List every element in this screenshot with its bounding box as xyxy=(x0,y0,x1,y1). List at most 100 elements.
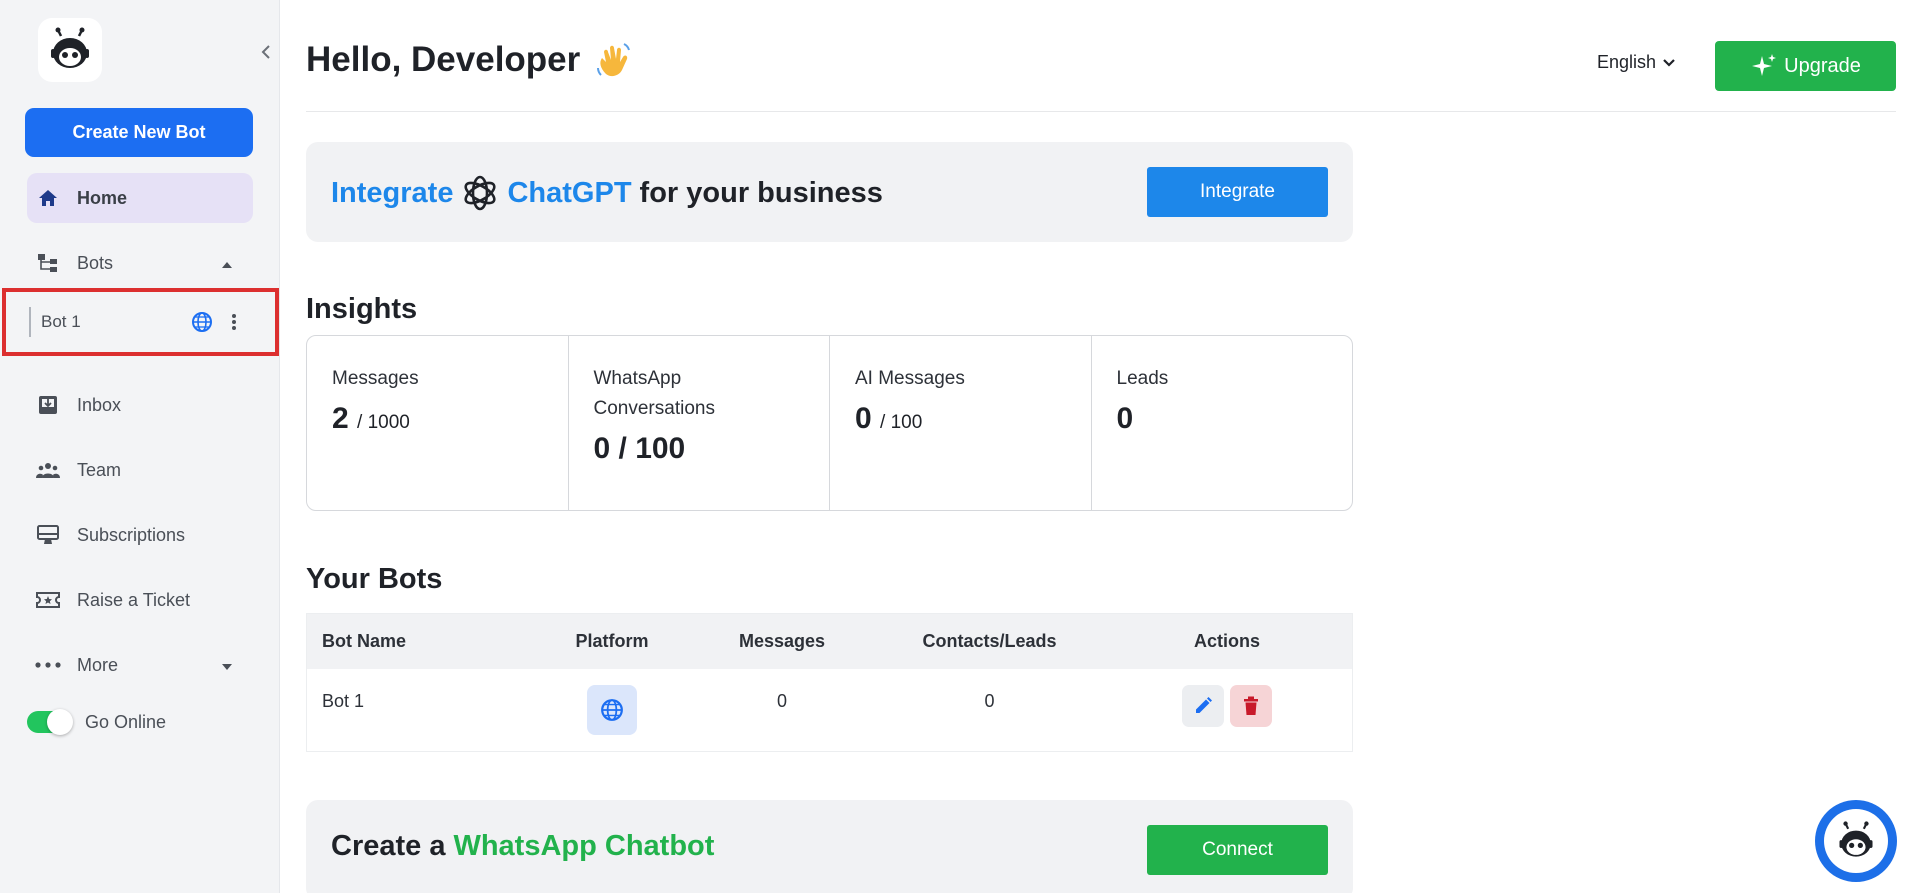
kebab-menu-icon[interactable] xyxy=(231,313,237,331)
insight-count: 0 / 100 xyxy=(593,432,686,465)
contacts-cell: 0 xyxy=(984,691,995,711)
heading-word-chatgpt: ChatGPT xyxy=(507,176,632,209)
heading-rest: for your business xyxy=(639,176,883,209)
sidebar-item-bots[interactable]: Bots xyxy=(27,238,253,288)
openai-logo-icon xyxy=(459,172,501,214)
column-header: Messages xyxy=(738,631,826,651)
go-online-label: Go Online xyxy=(85,711,167,732)
upgrade-label: Upgrade xyxy=(1784,54,1861,77)
insight-value: 2 / 1000 xyxy=(332,402,543,436)
waving-hand-icon xyxy=(594,40,634,80)
insight-limit: / 1000 xyxy=(357,412,410,433)
integrate-button[interactable]: Integrate xyxy=(1147,167,1328,217)
sidebar-bot-name: Bot 1 xyxy=(41,312,81,331)
messages-cell: 0 xyxy=(776,691,787,711)
upgrade-button[interactable]: Upgrade xyxy=(1715,41,1896,91)
edit-bot-button[interactable] xyxy=(1182,685,1224,727)
chevron-down-icon xyxy=(1663,58,1675,67)
insight-value: 0 / 100 xyxy=(594,432,805,466)
integrate-chatgpt-banner: Integrate ChatGPT for your business Inte… xyxy=(306,142,1353,242)
sidebar-item-raise-ticket[interactable]: Raise a Ticket xyxy=(27,575,253,625)
toggle-knob xyxy=(47,709,73,735)
column-header: Bot Name xyxy=(322,631,407,651)
column-header: Contacts/Leads xyxy=(922,631,1057,651)
insight-value: 0 xyxy=(1117,402,1328,436)
sidebar-item-inbox[interactable]: Inbox xyxy=(27,380,253,430)
bots-table: Bot Name Platform Messages Contacts/Lead… xyxy=(306,613,1353,752)
insight-card-whatsapp: WhatsApp Conversations 0 / 100 xyxy=(569,336,830,510)
globe-icon xyxy=(601,699,623,721)
web-platform-badge[interactable] xyxy=(587,685,637,735)
collapse-sidebar-button[interactable] xyxy=(256,40,276,64)
insight-count: 2 xyxy=(332,402,349,435)
team-icon xyxy=(35,457,61,483)
sparkle-icon xyxy=(1752,54,1777,76)
insight-label: WhatsApp Conversations xyxy=(593,368,715,419)
app-logo[interactable] xyxy=(38,18,102,82)
caret-up-icon xyxy=(221,253,233,274)
subscriptions-icon xyxy=(35,522,61,548)
language-value: English xyxy=(1597,52,1657,72)
whatsapp-chatbot-banner: Create a WhatsApp Chatbot Connect xyxy=(306,800,1353,893)
ticket-icon xyxy=(35,587,61,613)
insight-card-messages: Messages 2 / 1000 xyxy=(307,336,569,510)
sidebar-item-label: More xyxy=(77,654,119,675)
insight-label: AI Messages xyxy=(855,368,965,389)
caret-down-icon xyxy=(221,655,233,676)
sidebar-item-team[interactable]: Team xyxy=(27,445,253,495)
insight-limit: / 100 xyxy=(880,412,923,433)
bot-mascot-icon xyxy=(51,27,89,68)
sidebar-item-label: Inbox xyxy=(77,394,122,415)
pencil-icon xyxy=(1196,697,1212,713)
bot-mascot-icon xyxy=(1839,821,1873,857)
greeting-text: Hello, Developer xyxy=(306,40,581,79)
insight-value: 0 / 100 xyxy=(855,402,1066,436)
heading-word-integrate: Integrate xyxy=(331,176,454,209)
your-bots-title: Your Bots xyxy=(306,563,443,595)
tree-line xyxy=(29,307,31,337)
header-divider xyxy=(306,111,1896,112)
insight-card-ai-messages: AI Messages 0 / 100 xyxy=(830,336,1092,510)
create-new-bot-button[interactable]: Create New Bot xyxy=(25,108,253,157)
platform-cell xyxy=(537,669,687,735)
insight-count: 0 xyxy=(1116,402,1134,435)
insights-panel: Messages 2 / 1000 WhatsApp Conversations… xyxy=(306,335,1353,511)
connect-button[interactable]: Connect xyxy=(1147,825,1328,875)
delete-bot-button[interactable] xyxy=(1230,685,1272,727)
table-row: Bot 1 0 0 xyxy=(307,669,1352,751)
sidebar-item-home[interactable]: Home xyxy=(27,173,253,223)
sidebar-bot-item[interactable]: Bot 1 xyxy=(2,288,279,356)
bot-name-cell: Bot 1 xyxy=(322,691,365,711)
chevron-left-icon xyxy=(261,45,270,59)
trash-icon xyxy=(1244,696,1258,715)
actions-cell xyxy=(1102,669,1352,727)
insight-label: Messages xyxy=(332,368,419,389)
sidebar-item-label: Home xyxy=(77,187,128,208)
column-header: Platform xyxy=(575,631,649,651)
sidebar-item-subscriptions[interactable]: Subscriptions xyxy=(27,510,253,560)
chat-widget-button[interactable] xyxy=(1815,800,1897,882)
home-icon xyxy=(35,185,61,211)
go-online-row: Go Online xyxy=(27,708,166,736)
insight-card-leads: Leads 0 xyxy=(1092,336,1353,510)
globe-icon xyxy=(191,311,213,333)
sidebar-item-label: Raise a Ticket xyxy=(77,589,191,610)
heading-prefix: Create a xyxy=(331,830,446,862)
insights-title: Insights xyxy=(306,293,418,325)
language-selector[interactable]: English xyxy=(1597,52,1676,73)
column-header: Actions xyxy=(1193,631,1260,651)
table-header: Bot Name Platform Messages Contacts/Lead… xyxy=(307,614,1352,669)
bots-icon xyxy=(35,250,61,276)
banner-heading: Create a WhatsApp Chatbot xyxy=(331,830,714,863)
sidebar-item-label: Subscriptions xyxy=(77,524,186,545)
inbox-icon xyxy=(35,392,61,418)
go-online-toggle[interactable] xyxy=(27,709,73,735)
more-icon xyxy=(35,652,61,678)
sidebar-item-label: Bots xyxy=(77,252,114,273)
insight-label: Leads xyxy=(1116,368,1169,389)
sidebar: Create New Bot Home Bots Bot 1 Inbox Tea… xyxy=(0,0,280,893)
banner-heading: Integrate ChatGPT for your business xyxy=(331,172,883,214)
page-title: Hello, Developer xyxy=(306,40,634,80)
sidebar-item-more[interactable]: More xyxy=(27,640,253,690)
chat-widget-inner xyxy=(1824,809,1888,873)
